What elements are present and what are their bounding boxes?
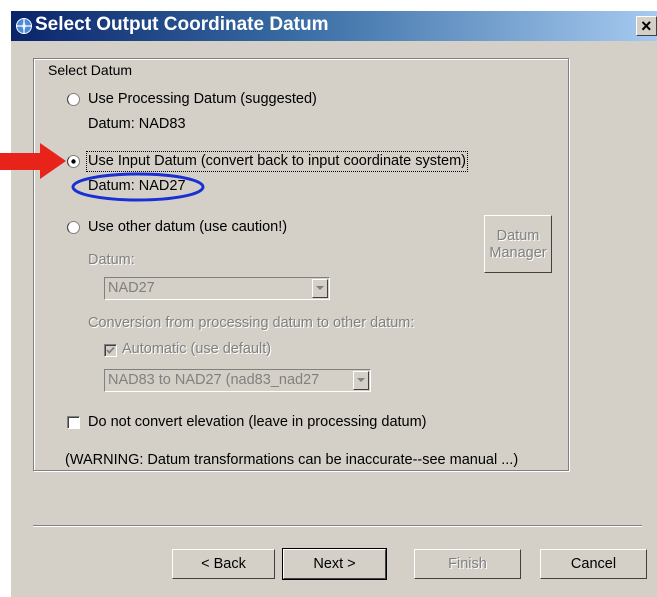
datum-select-value: NAD27 — [108, 280, 155, 296]
datum-label: Datum: — [88, 252, 135, 268]
automatic-label[interactable]: Automatic (use default) — [122, 341, 271, 358]
next-button-label: Next > — [313, 556, 356, 572]
radio-input-datum[interactable] — [67, 155, 80, 168]
radio-processing-datum[interactable] — [67, 93, 80, 106]
datum-select[interactable]: NAD27 — [104, 277, 330, 300]
conversion-select[interactable]: NAD83 to NAD27 (nad83_nad27 — [104, 369, 371, 392]
conversion-label: Conversion from processing datum to othe… — [88, 315, 415, 331]
chevron-down-icon[interactable] — [353, 371, 369, 390]
automatic-checkbox[interactable] — [104, 344, 117, 357]
app-globe-icon — [16, 18, 32, 34]
close-icon: × — [641, 16, 652, 36]
group-legend: Select Datum — [46, 62, 135, 78]
close-button[interactable]: × — [636, 16, 657, 36]
elevation-checkbox[interactable] — [67, 416, 80, 429]
window-title: Select Output Coordinate Datum — [35, 14, 329, 35]
checkmark-icon — [106, 346, 115, 354]
title-bar: Select Output Coordinate Datum × — [11, 11, 657, 41]
finish-button-label: Finish — [448, 556, 487, 572]
finish-button[interactable]: Finish — [414, 549, 521, 579]
back-button[interactable]: < Back — [172, 549, 275, 579]
conversion-select-value: NAD83 to NAD27 (nad83_nad27 — [108, 372, 320, 388]
cancel-button-label: Cancel — [570, 556, 617, 572]
input-datum-value: Datum: NAD27 — [88, 178, 186, 194]
datum-manager-button[interactable]: Datum Manager — [484, 215, 552, 273]
chevron-down-icon[interactable] — [312, 279, 328, 298]
datum-manager-line2: Manager — [489, 245, 547, 261]
elevation-label[interactable]: Do not convert elevation (leave in proce… — [88, 414, 427, 431]
radio-other-label[interactable]: Use other datum (use caution!) — [88, 219, 287, 236]
radio-processing-label[interactable]: Use Processing Datum (suggested) — [88, 91, 317, 108]
processing-datum-value: Datum: NAD83 — [88, 116, 186, 132]
cancel-button[interactable]: Cancel — [540, 549, 647, 579]
datum-manager-line1: Datum — [496, 228, 540, 244]
warning-text: (WARNING: Datum transformations can be i… — [65, 452, 519, 468]
footer-separator — [33, 525, 642, 527]
next-button[interactable]: Next > — [282, 548, 387, 580]
back-button-label: < Back — [201, 556, 246, 572]
radio-other-datum[interactable] — [67, 221, 80, 234]
radio-input-label[interactable]: Use Input Datum (convert back to input c… — [86, 151, 468, 172]
